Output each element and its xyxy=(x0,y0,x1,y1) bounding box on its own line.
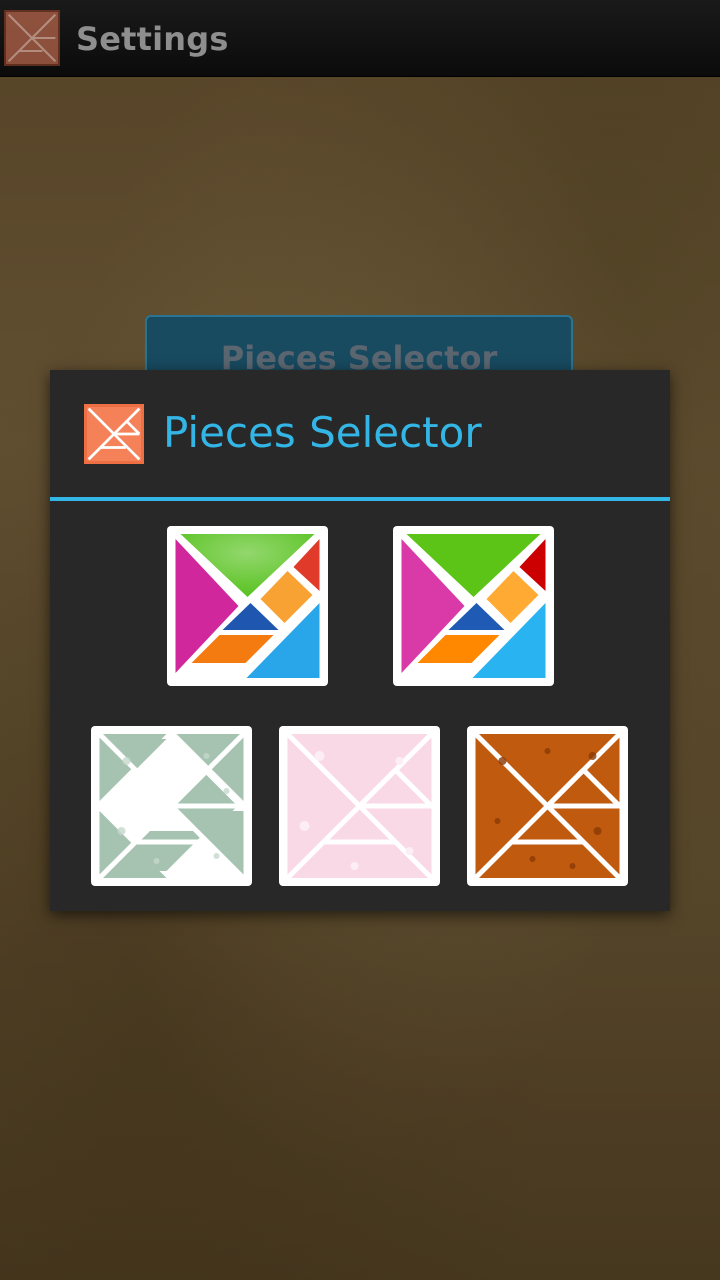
tangram-colorful-icon xyxy=(175,534,320,678)
tangram-green-pattern-icon xyxy=(97,732,246,880)
tangram-orange-pattern-icon xyxy=(473,732,622,880)
pieces-option-pink-pattern[interactable] xyxy=(279,726,440,886)
tangram-app-icon xyxy=(84,404,144,464)
page-title: Settings xyxy=(76,20,229,58)
pieces-option-green-pattern[interactable] xyxy=(91,726,252,886)
pieces-option-orange-pattern[interactable] xyxy=(467,726,628,886)
tangram-colorful-icon xyxy=(401,534,546,678)
tangram-pink-pattern-icon xyxy=(285,732,434,880)
dialog-divider xyxy=(50,497,670,501)
tangram-logo-icon xyxy=(7,13,57,63)
action-bar: Settings xyxy=(0,0,720,77)
tangram-logo-icon xyxy=(87,407,141,461)
pieces-option-colorful-glossy[interactable] xyxy=(167,526,328,686)
pieces-option-colorful-flat[interactable] xyxy=(393,526,554,686)
pieces-selector-dialog: Pieces Selector xyxy=(50,370,670,911)
tangram-app-icon[interactable] xyxy=(4,10,60,66)
dialog-title: Pieces Selector xyxy=(163,408,482,457)
